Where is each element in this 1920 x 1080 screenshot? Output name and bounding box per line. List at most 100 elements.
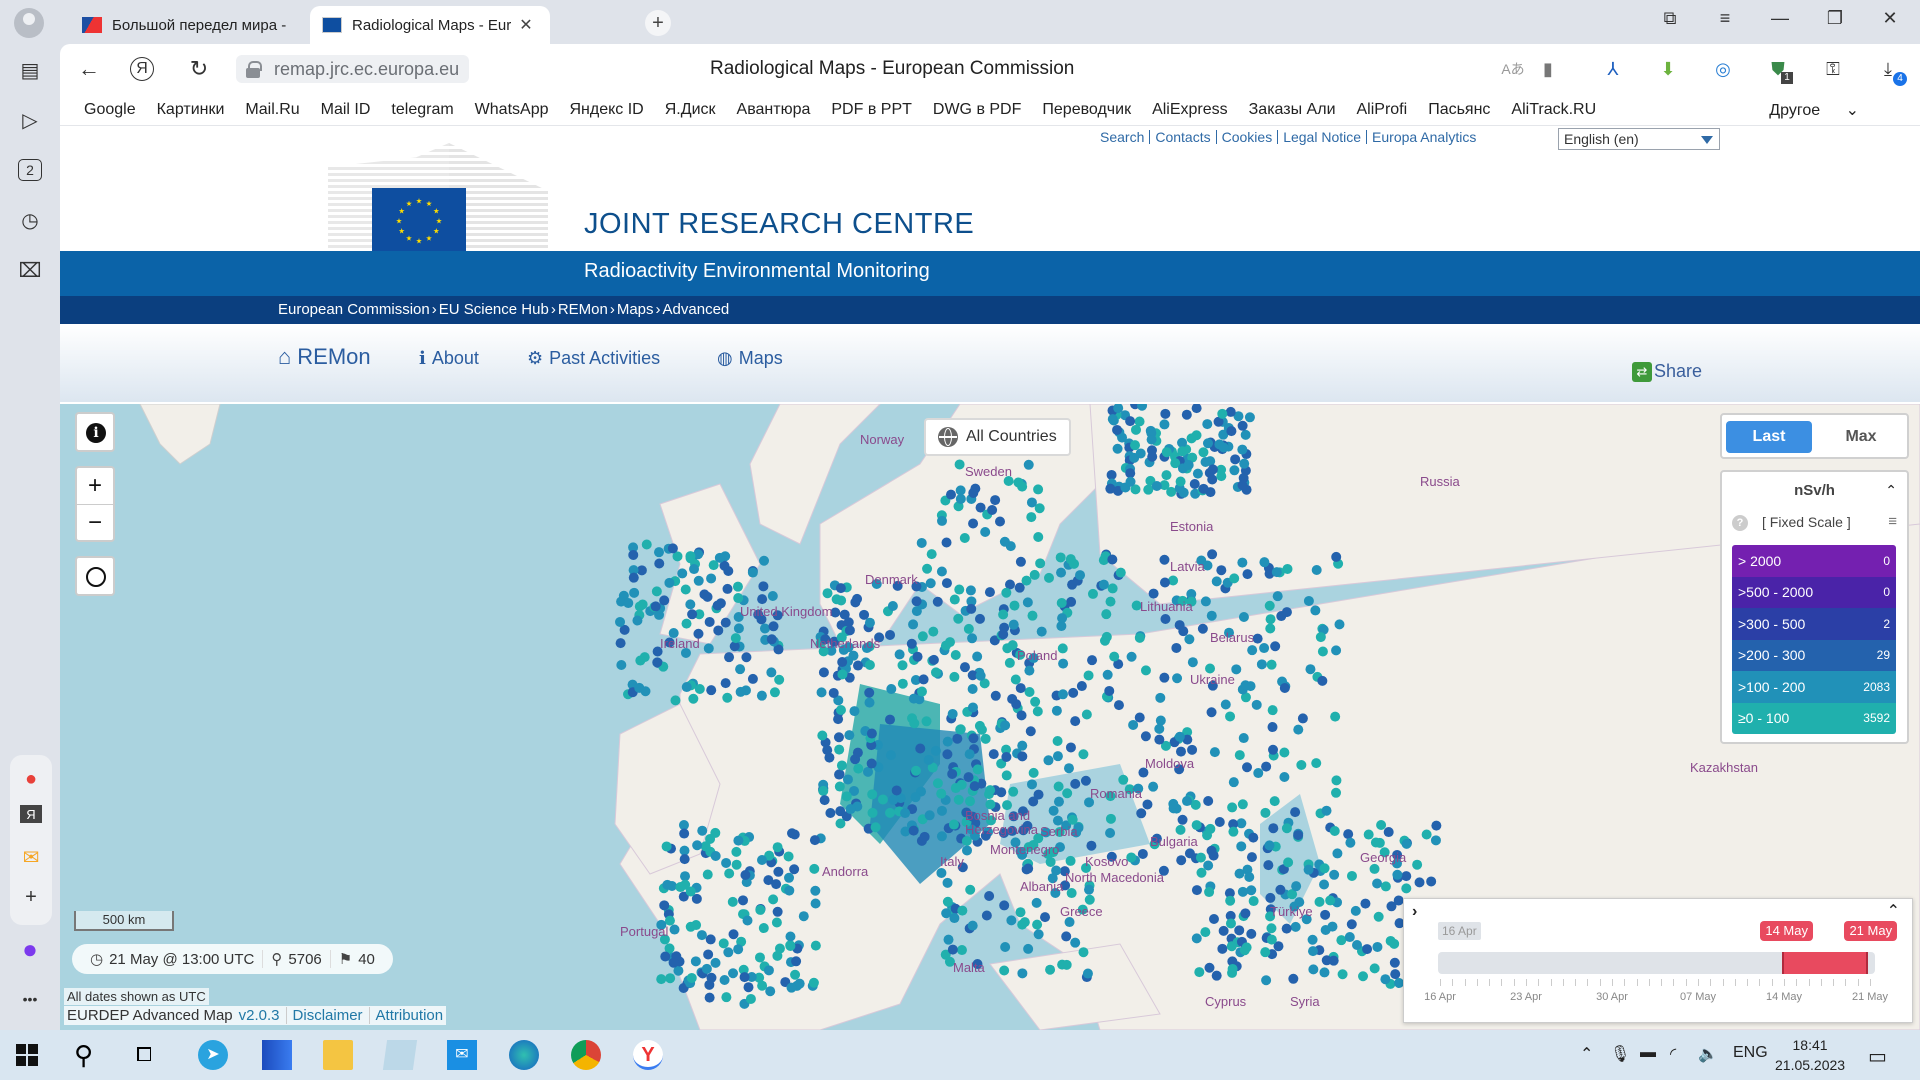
station-marker[interactable] xyxy=(679,828,690,839)
app-grid-icon[interactable] xyxy=(262,1040,292,1070)
station-marker[interactable] xyxy=(839,609,850,620)
station-marker[interactable] xyxy=(731,846,742,857)
station-marker[interactable] xyxy=(1187,657,1198,668)
station-marker[interactable] xyxy=(926,549,937,560)
expand-timeline-icon[interactable]: › xyxy=(1412,903,1417,921)
station-marker[interactable] xyxy=(703,643,714,654)
station-marker[interactable] xyxy=(1270,641,1281,652)
station-marker[interactable] xyxy=(1263,860,1274,871)
station-marker[interactable] xyxy=(967,683,978,694)
station-marker[interactable] xyxy=(1084,884,1095,895)
refresh-button[interactable] xyxy=(75,556,115,596)
station-marker[interactable] xyxy=(916,686,927,697)
video-play-icon[interactable]: ▷ xyxy=(16,106,44,134)
station-marker[interactable] xyxy=(629,587,640,598)
station-marker[interactable] xyxy=(1057,959,1068,970)
station-marker[interactable] xyxy=(942,877,953,888)
station-marker[interactable] xyxy=(959,532,970,543)
station-marker[interactable] xyxy=(763,965,774,976)
station-marker[interactable] xyxy=(1216,471,1227,482)
station-marker[interactable] xyxy=(1275,884,1286,895)
collections-icon[interactable]: ▤ xyxy=(16,56,44,84)
screenshot-icon[interactable]: ⌧ xyxy=(16,256,44,284)
station-marker[interactable] xyxy=(936,566,947,577)
mail-icon[interactable]: ✉ xyxy=(17,843,45,871)
station-marker[interactable] xyxy=(852,660,863,671)
station-marker[interactable] xyxy=(651,586,662,597)
zoom-out-button[interactable]: − xyxy=(77,504,113,540)
station-marker[interactable] xyxy=(1229,465,1240,476)
station-marker[interactable] xyxy=(743,982,754,993)
station-marker[interactable] xyxy=(681,618,692,629)
link-contacts[interactable]: Contacts xyxy=(1150,130,1217,144)
station-marker[interactable] xyxy=(1033,484,1044,495)
station-marker[interactable] xyxy=(667,543,678,554)
station-marker[interactable] xyxy=(733,593,744,604)
station-marker[interactable] xyxy=(686,972,697,983)
station-marker[interactable] xyxy=(1281,823,1292,834)
station-marker[interactable] xyxy=(733,944,744,955)
station-marker[interactable] xyxy=(719,974,730,985)
station-marker[interactable] xyxy=(1068,687,1079,698)
station-marker[interactable] xyxy=(870,822,881,833)
station-marker[interactable] xyxy=(836,760,847,771)
station-marker[interactable] xyxy=(1191,885,1202,896)
station-marker[interactable] xyxy=(1247,645,1258,656)
all-countries-button[interactable]: All Countries xyxy=(924,418,1071,456)
station-marker[interactable] xyxy=(1154,734,1165,745)
station-marker[interactable] xyxy=(1205,823,1216,834)
station-marker[interactable] xyxy=(1101,609,1112,620)
station-marker[interactable] xyxy=(1332,848,1343,859)
station-marker[interactable] xyxy=(1234,925,1245,936)
mail-icon[interactable]: ✉ xyxy=(447,1040,477,1070)
station-marker[interactable] xyxy=(685,551,696,562)
station-marker[interactable] xyxy=(1184,634,1195,645)
station-marker[interactable] xyxy=(1208,850,1219,861)
timeline-selected-range[interactable] xyxy=(1782,952,1869,974)
station-marker[interactable] xyxy=(1098,579,1109,590)
max-button[interactable]: Max xyxy=(1818,421,1904,453)
station-marker[interactable] xyxy=(1200,927,1211,938)
station-marker[interactable] xyxy=(1062,788,1073,799)
station-marker[interactable] xyxy=(738,895,749,906)
station-marker[interactable] xyxy=(885,629,896,640)
station-marker[interactable] xyxy=(1105,813,1116,824)
station-marker[interactable] xyxy=(652,657,663,668)
station-marker[interactable] xyxy=(1246,852,1257,863)
station-marker[interactable] xyxy=(1136,808,1147,819)
station-marker[interactable] xyxy=(1297,713,1308,724)
station-marker[interactable] xyxy=(1346,870,1357,881)
station-marker[interactable] xyxy=(1259,643,1270,654)
station-marker[interactable] xyxy=(953,613,964,624)
station-marker[interactable] xyxy=(1345,837,1356,848)
station-marker[interactable] xyxy=(1015,907,1026,918)
station-marker[interactable] xyxy=(966,603,977,614)
start-icon[interactable] xyxy=(16,1044,38,1066)
station-marker[interactable] xyxy=(1017,751,1028,762)
station-marker[interactable] xyxy=(867,789,878,800)
station-marker[interactable] xyxy=(1272,591,1283,602)
station-marker[interactable] xyxy=(810,940,821,951)
station-marker[interactable] xyxy=(909,718,920,729)
station-marker[interactable] xyxy=(1401,883,1412,894)
station-marker[interactable] xyxy=(1362,944,1373,955)
bookmark-item[interactable]: AliProfi xyxy=(1357,101,1408,119)
station-marker[interactable] xyxy=(928,654,939,665)
station-marker[interactable] xyxy=(968,487,979,498)
station-marker[interactable] xyxy=(852,747,863,758)
station-marker[interactable] xyxy=(955,493,966,504)
station-marker[interactable] xyxy=(965,585,976,596)
station-marker[interactable] xyxy=(842,774,853,785)
legend-row[interactable]: >300 - 500 2 xyxy=(1732,608,1896,640)
station-marker[interactable] xyxy=(1177,446,1188,457)
station-marker[interactable] xyxy=(864,687,875,698)
station-marker[interactable] xyxy=(1032,919,1043,930)
station-marker[interactable] xyxy=(1026,512,1037,523)
station-marker[interactable] xyxy=(1239,458,1250,469)
station-marker[interactable] xyxy=(921,716,932,727)
station-marker[interactable] xyxy=(967,702,978,713)
station-marker[interactable] xyxy=(981,910,992,921)
edge-icon[interactable] xyxy=(509,1040,539,1070)
station-marker[interactable] xyxy=(1372,941,1383,952)
station-marker[interactable] xyxy=(1125,476,1136,487)
